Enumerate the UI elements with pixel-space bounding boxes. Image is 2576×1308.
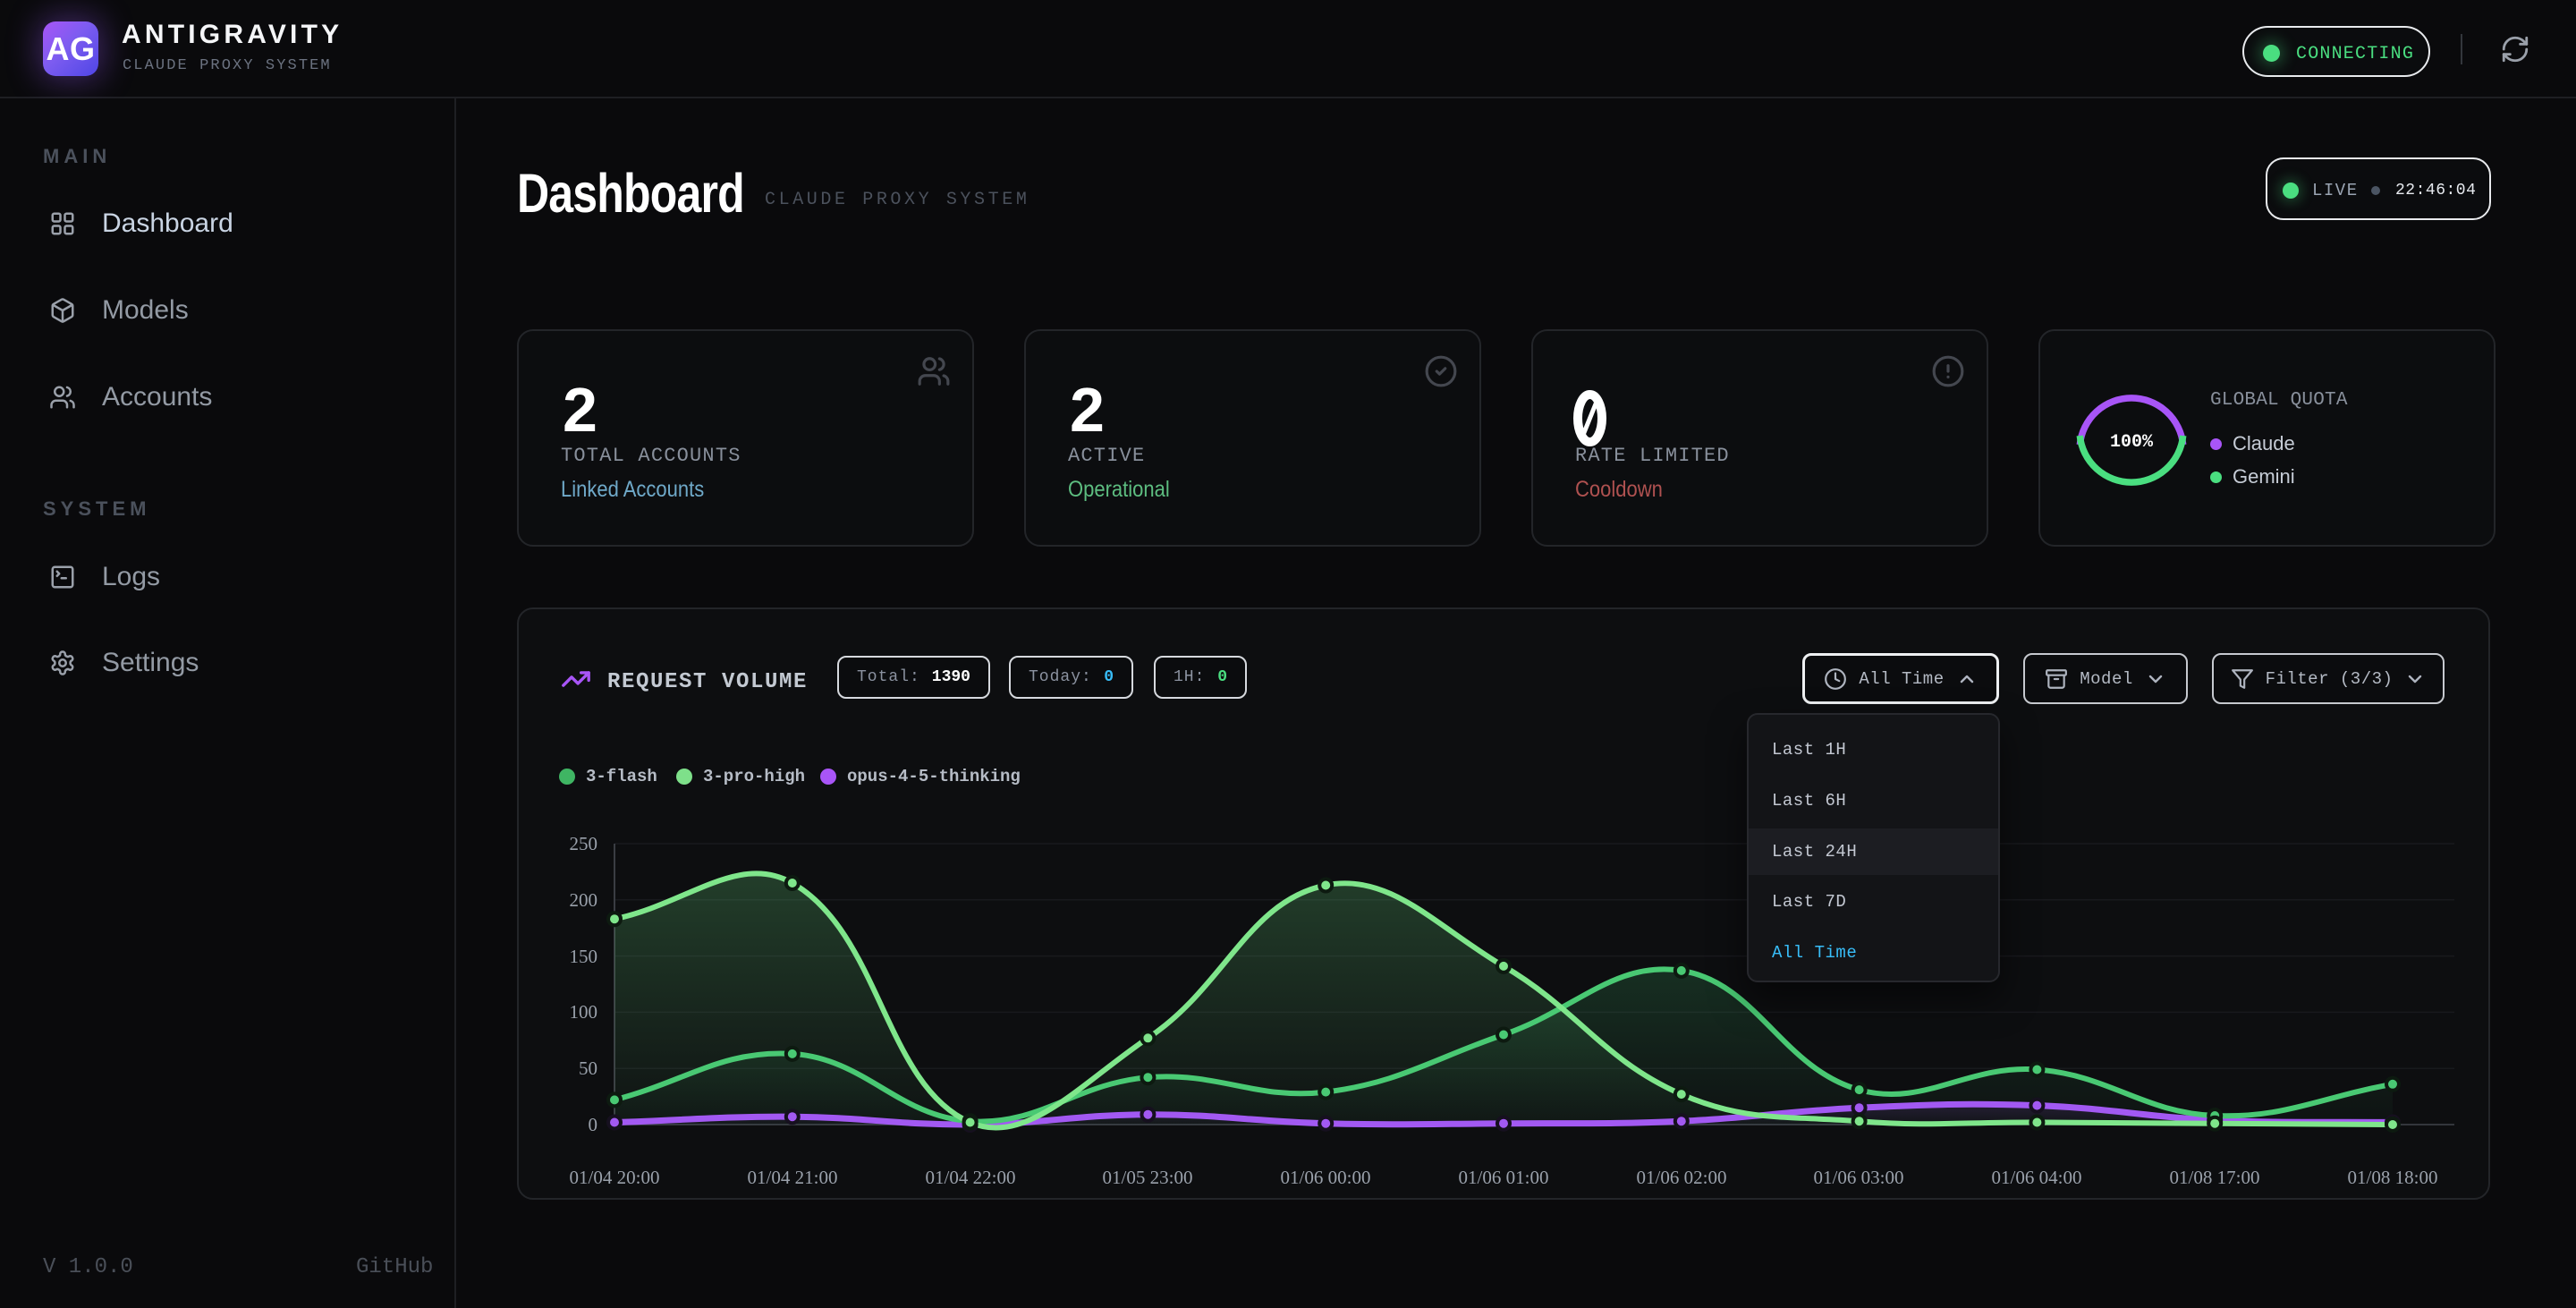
svg-text:100%: 100% [2110,432,2154,453]
